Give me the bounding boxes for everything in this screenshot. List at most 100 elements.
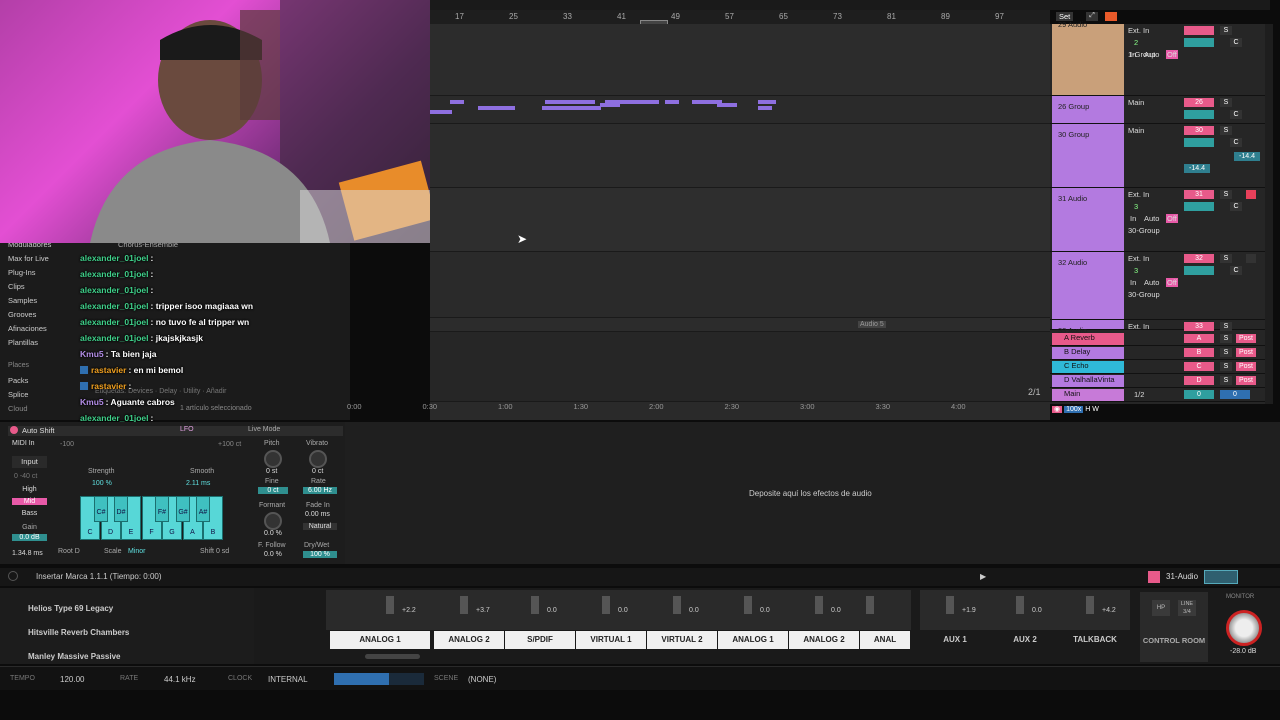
midi-in-label[interactable]: MIDI In — [12, 440, 35, 447]
return-name[interactable]: Main — [1052, 389, 1124, 401]
midi-note[interactable] — [485, 106, 515, 110]
midi-note[interactable] — [605, 100, 645, 104]
live-mode-label[interactable]: Live Mode — [248, 426, 280, 433]
mixer-track[interactable]: 31 Audio Ext. In 3 In Auto Off 30-Group 31 S C — [1050, 188, 1265, 252]
high-button[interactable]: High — [12, 486, 47, 493]
play-icon[interactable]: ▶ — [980, 572, 986, 581]
track-header[interactable]: 30 Group — [1052, 124, 1124, 187]
midi-note[interactable] — [717, 103, 737, 107]
channel-gain[interactable]: +3.7 — [476, 607, 490, 614]
ffollow-value[interactable]: 0.0 % — [264, 551, 282, 558]
clock-value[interactable]: INTERNAL — [268, 675, 308, 684]
pan-center[interactable]: C — [1230, 38, 1242, 47]
gain-slider[interactable] — [866, 596, 874, 614]
return-letter[interactable]: B — [1184, 348, 1214, 357]
track-header[interactable]: 32 Audio — [1052, 252, 1124, 319]
monitor-knob[interactable] — [1226, 610, 1262, 646]
input-select[interactable]: Main — [1128, 98, 1144, 107]
channel-label[interactable]: VIRTUAL 1 — [576, 631, 646, 649]
channel-label[interactable]: ANALOG 2 — [789, 631, 859, 649]
gain-slider[interactable] — [602, 596, 610, 614]
return-solo[interactable]: S — [1220, 376, 1232, 385]
chat-username[interactable]: rastavier — [91, 365, 126, 375]
mixer-scrollbar[interactable] — [1265, 24, 1273, 404]
hp-button[interactable]: HP — [1152, 600, 1170, 616]
return-letter[interactable]: D — [1184, 376, 1214, 385]
channel-select[interactable]: 3 — [1134, 266, 1138, 275]
mixer-track[interactable]: 32 Audio Ext. In 3 In Auto Off 30-Group 32 S C — [1050, 252, 1265, 320]
formant-knob[interactable] — [264, 512, 282, 530]
pan-center[interactable]: C — [1230, 138, 1242, 147]
gain-slider[interactable] — [531, 596, 539, 614]
track-volume[interactable]: 32 — [1184, 254, 1214, 263]
aux-slider[interactable] — [946, 596, 954, 614]
return-track[interactable]: A Reverb A S Post — [1050, 332, 1265, 346]
device-power-icon[interactable] — [10, 426, 18, 434]
track-volume[interactable]: 33 — [1184, 322, 1214, 331]
track-name[interactable]: 26 Group — [1058, 102, 1089, 111]
mixer-track[interactable]: 30 Group Main 30 S C -14.4 -14.4 — [1050, 124, 1265, 188]
pitch-knob[interactable] — [264, 450, 282, 468]
gain-slider[interactable] — [815, 596, 823, 614]
black-key[interactable]: C# — [94, 496, 108, 522]
chat-username[interactable]: alexander_01joel — [80, 333, 149, 343]
gain-slider[interactable] — [744, 596, 752, 614]
in-button[interactable]: In — [1130, 214, 1136, 223]
solo-button[interactable]: S — [1220, 254, 1232, 263]
arm-icon[interactable] — [1246, 254, 1256, 263]
scale-keyboard[interactable]: C D E F G A B C# D# F# G# A# — [80, 496, 226, 540]
lane-30[interactable] — [430, 124, 1050, 188]
channel-gain[interactable]: 0.0 — [547, 607, 557, 614]
zoom-ctrl[interactable]: ◉ 100x H W — [1052, 405, 1099, 413]
monitor-auto[interactable]: Auto — [1144, 214, 1159, 223]
return-solo[interactable]: S — [1220, 348, 1232, 357]
chat-username[interactable]: alexander_01joel — [80, 285, 149, 295]
track-pan[interactable] — [1184, 138, 1214, 147]
return-letter[interactable]: A — [1184, 334, 1214, 343]
shift-value[interactable]: Shift 0 sd — [200, 548, 229, 555]
lane-32[interactable] — [430, 252, 1050, 318]
send-value-2[interactable]: -14.4 — [1184, 164, 1210, 173]
plugin-item[interactable]: Hitsville Reverb Chambers — [28, 628, 129, 637]
return-track[interactable]: Main 0 1/2 0 — [1050, 388, 1265, 402]
aux-gain[interactable]: +4.2 — [1102, 607, 1116, 614]
midi-note[interactable] — [665, 100, 679, 104]
plugin-item[interactable]: Manley Massive Passive — [28, 652, 121, 662]
output-select[interactable]: 1-Group — [1128, 50, 1156, 59]
midi-note[interactable] — [545, 100, 595, 104]
return-letter[interactable]: 0 — [1184, 390, 1214, 399]
w-button[interactable]: W — [1092, 406, 1099, 413]
black-key[interactable]: G# — [176, 496, 190, 522]
track-volume[interactable]: 31 — [1184, 190, 1214, 199]
midi-note[interactable] — [450, 100, 464, 104]
effects-drop-zone[interactable]: Deposite aquí los efectos de audio — [345, 422, 1280, 564]
return-letter[interactable]: C — [1184, 362, 1214, 371]
track-pan[interactable] — [1184, 266, 1214, 275]
aux-label[interactable]: AUX 1 — [920, 631, 990, 649]
track-header[interactable]: 33 Audio — [1052, 320, 1124, 335]
chat-username[interactable]: alexander_01joel — [80, 253, 149, 263]
track-name[interactable]: 30 Group — [1058, 130, 1089, 139]
return-track[interactable]: C Echo C S Post — [1050, 360, 1265, 374]
clip-label[interactable]: Audio 5 — [858, 321, 886, 328]
input-select[interactable]: Ext. In — [1128, 190, 1149, 199]
output-select[interactable]: 30-Group — [1128, 290, 1160, 299]
expand-icon[interactable]: ⤢ — [1086, 12, 1098, 21]
place-splice[interactable]: Splice — [8, 390, 78, 404]
midi-note[interactable] — [758, 100, 776, 104]
tempo-value[interactable]: 120.00 — [60, 675, 84, 684]
main-pan[interactable]: 0 — [1220, 390, 1250, 399]
pan-center[interactable]: C — [1230, 202, 1242, 211]
midi-note[interactable] — [645, 100, 659, 104]
browser-cat-clips[interactable]: Clips — [8, 282, 78, 296]
h-button[interactable]: H — [1085, 406, 1090, 413]
fadein-value[interactable]: 0.00 ms — [305, 511, 330, 518]
vibrato-knob[interactable] — [309, 450, 327, 468]
track-name[interactable]: 31 Audio — [1058, 194, 1087, 203]
strip-scrollbar[interactable] — [365, 654, 420, 659]
chat-username[interactable]: alexander_01joel — [80, 301, 149, 311]
chat-username[interactable]: Kmu5 — [80, 397, 104, 407]
monitor-auto[interactable]: Auto — [1144, 278, 1159, 287]
mid-button[interactable]: Mid — [12, 498, 47, 505]
channel-gain[interactable]: 0.0 — [760, 607, 770, 614]
